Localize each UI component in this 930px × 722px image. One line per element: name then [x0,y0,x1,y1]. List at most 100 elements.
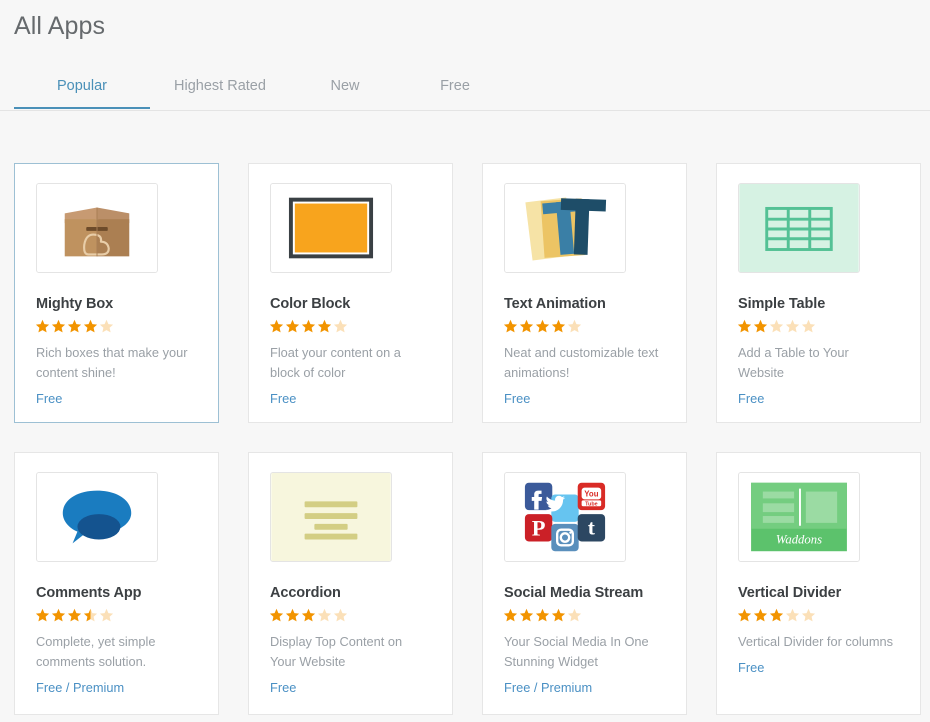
app-card[interactable]: Accordion Display Top Content on Your Web… [248,452,453,715]
app-description: Rich boxes that make your content shine! [36,345,188,380]
app-card[interactable]: Waddons Vertical Divider Vertical Divider … [716,452,921,715]
app-description: Neat and customizable text animations! [504,345,659,380]
star-empty [333,608,348,622]
app-thumbnail [738,183,860,273]
comments-app-icon [37,473,157,561]
star-full [35,608,50,622]
tab-new[interactable]: New [290,76,400,109]
app-card[interactable]: Mighty Box Rich boxes that make your cont… [14,163,219,423]
app-price-link[interactable]: Free [738,391,920,406]
star-empty [99,608,114,622]
rating-stars [269,608,452,622]
star-empty [785,608,800,622]
star-empty [801,319,816,333]
rating-stars [737,608,920,622]
star-full [503,608,518,622]
star-empty [769,319,784,333]
star-full [519,319,534,333]
star-full [269,608,284,622]
star-full [285,608,300,622]
star-full [503,319,518,333]
app-card[interactable]: Color Block Float your content on a block… [248,163,453,423]
app-name: Mighty Box [36,296,114,312]
star-full [83,319,98,333]
app-name: Vertical Divider [738,585,842,601]
rating-stars [737,319,920,333]
waddons-label: Waddons [776,532,822,546]
app-price-link[interactable]: Free [270,391,452,406]
app-price-link[interactable]: Free [504,391,686,406]
star-empty [785,319,800,333]
app-price-link[interactable]: Free [270,680,452,695]
app-name: Social Media Stream [504,585,644,601]
star-empty [333,319,348,333]
svg-text:You: You [584,489,598,498]
app-thumbnail [504,183,626,273]
star-full [301,319,316,333]
star-full [753,319,768,333]
svg-text:t: t [588,516,596,540]
app-card[interactable]: You Tube Pt Social Media Stream Your Social … [482,452,687,715]
star-empty [567,319,582,333]
rating-stars [503,608,686,622]
app-grid: Mighty Box Rich boxes that make your cont… [14,163,921,715]
rating-stars [35,319,218,333]
app-card[interactable]: Simple Table Add a Table to Your Website F… [716,163,921,423]
star-full [285,319,300,333]
app-thumbnail: You Tube Pt [504,472,626,562]
app-name: Accordion [270,585,341,601]
app-thumbnail [270,472,392,562]
app-name: Color Block [270,296,351,312]
simple-table-icon [739,184,859,272]
app-price-link[interactable]: Free [36,391,218,406]
tab-free[interactable]: Free [400,76,510,109]
rating-stars [269,319,452,333]
app-thumbnail [36,472,158,562]
app-description: Your Social Media In One Stunning Widget [504,634,649,669]
social-media-stream-icon: You Tube Pt [505,473,625,561]
tab-bar: Popular Highest Rated New Free [0,76,930,111]
tab-highest-rated-label: Highest Rated [174,78,266,94]
star-full [753,608,768,622]
app-price-link[interactable]: Free / Premium [36,680,218,695]
app-name: Comments App [36,585,142,601]
star-full [51,608,66,622]
star-empty [99,319,114,333]
svg-text:Tube: Tube [585,501,597,507]
app-description: Vertical Divider for columns [738,634,894,649]
star-half [83,608,98,622]
svg-text:P: P [532,516,546,541]
color-block-icon [271,184,391,272]
accordion-icon [271,473,391,561]
star-full [67,608,82,622]
vertical-divider-icon: Waddons [739,473,859,561]
app-card[interactable]: Text Animation Neat and customizable text… [482,163,687,423]
app-price-link[interactable]: Free / Premium [504,680,686,695]
tab-highest-rated[interactable]: Highest Rated [150,76,290,109]
all-apps-page: All Apps Popular Highest Rated New Free … [0,0,930,722]
tab-new-label: New [330,78,360,94]
app-name: Simple Table [738,296,826,312]
text-animation-icon [505,184,625,272]
tab-popular-label: Popular [57,78,107,94]
rating-stars [35,608,218,622]
tab-popular[interactable]: Popular [14,76,150,109]
star-full [737,319,752,333]
app-price-link[interactable]: Free [738,660,920,675]
app-description: Float your content on a block of color [270,345,401,380]
star-full [535,608,550,622]
star-full [769,608,784,622]
star-full [269,319,284,333]
app-description: Display Top Content on Your Website [270,634,403,669]
app-thumbnail: Waddons [738,472,860,562]
page-title: All Apps [14,12,106,40]
app-name: Text Animation [504,296,606,312]
app-description: Complete, yet simple comments solution. [36,634,156,669]
star-full [317,319,332,333]
app-card[interactable]: Comments App Complete, yet simple comment… [14,452,219,715]
star-full [535,319,550,333]
app-thumbnail [36,183,158,273]
star-full [551,319,566,333]
app-description: Add a Table to Your Website [738,345,849,380]
star-full [51,319,66,333]
